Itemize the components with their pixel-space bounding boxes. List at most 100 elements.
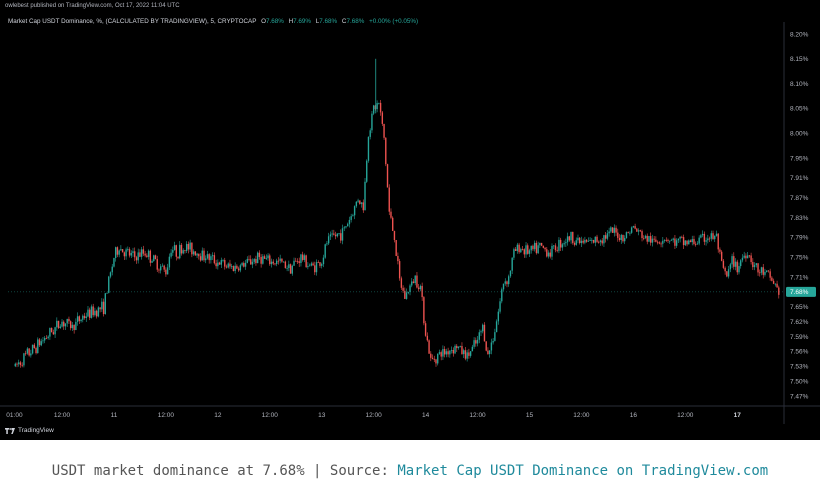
candle-body: [184, 250, 186, 252]
candle-body: [59, 326, 61, 328]
candle-body: [312, 263, 314, 266]
candle-body: [395, 240, 397, 256]
candle-body: [437, 353, 439, 364]
candle-body: [333, 233, 335, 235]
candle-body: [95, 310, 98, 317]
candle-body: [97, 307, 100, 317]
candle-body: [416, 275, 418, 288]
caption-text: USDT market dominance at 7.68% | Source:: [51, 463, 398, 479]
candle-body: [160, 266, 162, 271]
candle-body: [646, 235, 648, 242]
candle-body: [598, 241, 600, 243]
candle-body: [308, 265, 311, 267]
candle-body: [172, 249, 174, 253]
x-tick-label: 11: [111, 412, 118, 419]
candle-body: [165, 269, 167, 275]
candle-body: [539, 242, 541, 246]
candle-body: [85, 316, 87, 319]
candle-body: [402, 287, 404, 291]
candle-body: [424, 323, 427, 336]
candle-body: [334, 234, 337, 237]
candle-body: [319, 262, 321, 266]
candle-body: [411, 281, 413, 286]
candle-body: [419, 285, 422, 290]
candlestick-chart[interactable]: 8.20% 8.15% 8.10% 8.05% 8.00% 7.95% 7.91% 7.87%…: [0, 0, 820, 440]
candle-body: [752, 262, 754, 268]
tradingview-brand: TradingView: [18, 427, 54, 434]
candle-body: [208, 254, 210, 261]
candle-body: [205, 258, 207, 261]
y-tick-label: 7.87%: [790, 195, 809, 202]
candle-body: [338, 233, 340, 234]
candle-body: [594, 236, 596, 243]
candle-body: [239, 265, 242, 271]
candle-body: [658, 242, 661, 244]
x-tick-label: 14: [422, 412, 430, 419]
candle-body: [258, 252, 261, 257]
price-axis[interactable]: 8.20% 8.15% 8.10% 8.05% 8.00% 7.95% 7.91% 7.87%…: [783, 22, 816, 424]
x-tick-label: 01:00: [6, 412, 23, 419]
candle-body: [518, 244, 520, 253]
candle-body: [651, 238, 654, 243]
candle-body: [128, 249, 131, 256]
candle-body: [82, 315, 84, 320]
candle-body: [487, 350, 489, 355]
tradingview-footer[interactable]: TradingView: [5, 427, 54, 434]
candle-body: [757, 263, 759, 273]
candle-body: [16, 363, 18, 365]
candle-body: [688, 240, 690, 245]
candle-body: [554, 245, 557, 251]
candle-body: [298, 261, 300, 263]
candle-body: [478, 332, 480, 340]
candle-body: [191, 242, 193, 255]
candle-body: [729, 264, 732, 270]
candle-body: [69, 321, 72, 329]
candle-body: [430, 353, 432, 358]
candle-body: [222, 260, 224, 261]
candle-body: [494, 332, 496, 341]
candle-body: [551, 245, 553, 257]
candle-body: [582, 240, 584, 243]
candle-body: [120, 249, 122, 251]
candle-body: [527, 245, 529, 254]
candle-body: [246, 258, 248, 263]
candle-body: [118, 250, 120, 255]
candle-body: [352, 215, 354, 217]
candle-body: [547, 252, 550, 257]
caption-source-link[interactable]: Market Cap USDT Dominance on TradingView…: [397, 463, 768, 479]
candle-body: [383, 123, 385, 138]
candle-body: [307, 266, 309, 268]
candle-body: [102, 301, 105, 315]
figure-caption: USDT market dominance at 7.68% | Source:…: [0, 463, 820, 479]
candle-body: [720, 251, 723, 261]
time-axis[interactable]: 01:00 12:00 11 12:00 12 12:00 13 12:00 14 12:00 15…: [0, 405, 820, 419]
candle-body: [227, 263, 229, 268]
candle-body: [618, 237, 621, 241]
candle-body: [461, 346, 463, 355]
y-tick-label: 7.91%: [790, 175, 809, 182]
candle-body: [386, 164, 389, 188]
candle-body: [553, 245, 555, 247]
plot-area[interactable]: [8, 58, 784, 368]
candle-body: [30, 353, 32, 356]
candle-body: [710, 233, 712, 239]
x-tick-label: 13: [318, 412, 326, 419]
candle-body: [326, 243, 328, 245]
candle-body: [435, 359, 437, 364]
candle-body: [450, 350, 453, 351]
candle-body: [14, 363, 16, 367]
candle-body: [144, 253, 146, 256]
candle-body: [282, 261, 285, 263]
candle-body: [321, 264, 323, 266]
candle-body: [179, 244, 181, 259]
candle-body: [499, 301, 501, 312]
candle-body: [295, 260, 297, 262]
candle-body: [66, 318, 68, 324]
candle-body: [570, 231, 572, 241]
candle-body: [643, 238, 645, 239]
chart-frame: owlebest published on TradingView.com, O…: [0, 0, 820, 440]
candle-body: [303, 255, 306, 260]
candle-body: [769, 271, 771, 278]
candle-body: [734, 261, 737, 267]
candle-body: [367, 136, 370, 161]
